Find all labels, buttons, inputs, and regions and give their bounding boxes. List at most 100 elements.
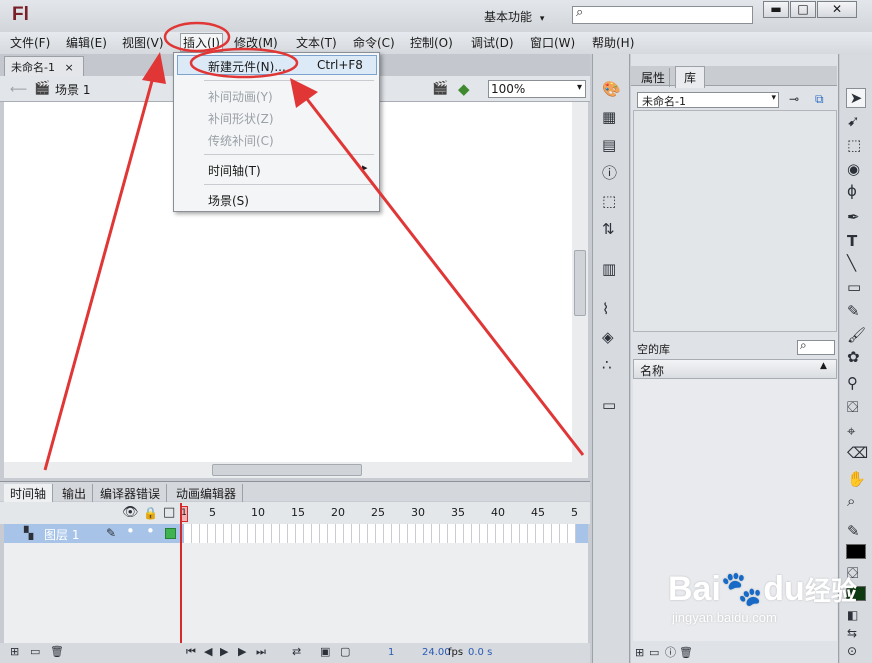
lock-icon[interactable]: 🔒 — [143, 504, 158, 522]
new-symbol-menu-label[interactable]: 新建元件(N)... — [208, 58, 286, 75]
scroll-thumb[interactable] — [212, 464, 362, 476]
document-tab[interactable]: 未命名-1 × — [4, 56, 84, 76]
new-layer-icon[interactable]: ⊞ — [10, 643, 19, 661]
new-library-panel-icon[interactable]: ⧉ — [815, 90, 824, 108]
motion-presets-icon[interactable]: ∴ — [602, 356, 612, 374]
visibility-dot-icon[interactable]: • — [126, 522, 135, 540]
edit-scene-icon[interactable]: 🎬 — [432, 80, 448, 98]
next-frame-icon[interactable]: ▶ — [238, 643, 246, 661]
tab-timeline[interactable]: 时间轴 — [4, 484, 54, 503]
info-icon[interactable]: ⓘ — [602, 164, 617, 182]
menu-debug[interactable]: 调试(D) — [471, 34, 514, 51]
new-folder-icon[interactable]: ▭ — [649, 644, 659, 662]
new-symbol-icon[interactable]: ⊞ — [635, 644, 644, 662]
play-icon[interactable]: ▶ — [220, 643, 228, 661]
delete-icon[interactable]: 🗑 — [679, 644, 693, 662]
subselection-tool-icon[interactable]: ➹ — [847, 112, 860, 130]
deco-tool-icon[interactable]: ✿ — [847, 348, 860, 366]
zoom-tool-icon[interactable]: ⌕ — [847, 492, 855, 510]
outline-color-swatch[interactable] — [165, 528, 176, 539]
snap-to-objects-icon[interactable]: ⊙ — [847, 642, 857, 660]
scroll-thumb[interactable] — [574, 250, 586, 316]
menu-insert[interactable]: 插入(I) — [180, 33, 223, 52]
components-icon[interactable]: ▥ — [602, 260, 616, 278]
zoom-select[interactable]: 100% ▾ — [488, 80, 586, 98]
properties-icon[interactable]: ⓘ — [665, 644, 676, 662]
horizontal-scrollbar[interactable] — [4, 462, 588, 478]
playhead[interactable] — [180, 503, 182, 663]
library-search-input[interactable]: ⌕ — [797, 338, 835, 355]
menu-modify[interactable]: 修改(M) — [234, 34, 278, 51]
close-icon[interactable]: × — [64, 61, 73, 74]
code-snippets-icon[interactable]: ⇅ — [602, 220, 615, 238]
onion-outline-icon[interactable]: ▢ — [340, 643, 350, 661]
onion-skin-icon[interactable]: ▣ — [320, 643, 330, 661]
pen-tool-icon[interactable]: ✒ — [847, 208, 860, 226]
tab-output[interactable]: 输出 — [56, 484, 94, 503]
frame-number: 20 — [331, 506, 345, 519]
project-icon[interactable]: ▭ — [602, 396, 616, 414]
hand-tool-icon[interactable]: ✋ — [847, 470, 866, 488]
tab-motion-editor[interactable]: 动画编辑器 — [170, 484, 244, 503]
maximize-button[interactable]: □ — [790, 1, 816, 18]
line-tool-icon[interactable]: ╲ — [847, 254, 856, 272]
workspace-switcher[interactable]: 基本功能 ▾ — [484, 8, 544, 25]
pencil-tool-icon[interactable]: ✎ — [847, 302, 860, 320]
close-button[interactable]: ✕ — [817, 1, 857, 18]
new-folder-icon[interactable]: ▭ — [30, 643, 40, 661]
menu-edit[interactable]: 编辑(E) — [66, 34, 107, 51]
frame-cells[interactable] — [184, 524, 576, 543]
loop-icon[interactable]: ⇄ — [292, 643, 301, 661]
color-icon[interactable]: 🎨 — [602, 80, 621, 98]
free-transform-tool-icon[interactable]: ⬚ — [847, 136, 861, 154]
eyedropper-tool-icon[interactable]: ⌖ — [847, 422, 855, 440]
eye-icon[interactable]: 👁 — [122, 504, 139, 522]
bone-tool-icon[interactable]: ⚲ — [847, 374, 858, 392]
swatches-icon[interactable]: ▦ — [602, 108, 616, 126]
3d-components-icon[interactable]: ◈ — [602, 328, 614, 346]
menu-file[interactable]: 文件(F) — [10, 34, 50, 51]
vertical-scrollbar[interactable] — [572, 102, 588, 462]
pin-icon[interactable]: ⊸ — [789, 90, 799, 108]
first-frame-icon[interactable]: ⏮ — [186, 643, 196, 661]
align-icon[interactable]: ▤ — [602, 136, 616, 154]
library-column-header[interactable]: 名称 ▲ — [633, 359, 837, 379]
outline-icon[interactable]: □ — [163, 504, 175, 522]
delete-icon[interactable]: 🗑 — [50, 643, 64, 661]
menu-window[interactable]: 窗口(W) — [530, 34, 575, 51]
rectangle-tool-icon[interactable]: ▭ — [847, 278, 861, 296]
minimize-button[interactable]: ▬ — [763, 1, 789, 18]
layer-name[interactable]: 图层 1 — [44, 526, 79, 543]
tab-compiler-errors[interactable]: 编译器错误 — [94, 484, 168, 503]
selection-tool-icon[interactable]: ➤ — [846, 88, 866, 108]
menu-view[interactable]: 视图(V) — [122, 34, 164, 51]
3d-rotation-tool-icon[interactable]: ◉ — [847, 160, 860, 178]
menu-control[interactable]: 控制(O) — [410, 34, 453, 51]
frame-rate[interactable]: 24.00 — [422, 647, 451, 658]
menu-commands[interactable]: 命令(C) — [353, 34, 395, 51]
transform-icon[interactable]: ⬚ — [602, 192, 616, 210]
stroke-color-swatch[interactable] — [846, 544, 866, 559]
library-document-select[interactable]: 未命名-1 ▾ — [637, 92, 779, 108]
lasso-tool-icon[interactable]: ϕ — [847, 182, 857, 200]
lock-dot-icon[interactable]: • — [146, 522, 155, 540]
prev-frame-icon[interactable]: ◀ — [204, 643, 212, 661]
last-frame-icon[interactable]: ⏭ — [256, 643, 266, 661]
tab-properties[interactable]: 属性 — [637, 68, 671, 87]
swap-colors-icon[interactable]: ⇆ — [847, 624, 857, 642]
actions-icon[interactable]: ⌇ — [602, 300, 609, 318]
back-arrow-icon[interactable]: ⟵ — [10, 80, 27, 98]
menu-text[interactable]: 文本(T) — [296, 34, 337, 51]
paint-bucket-tool-icon[interactable]: ⛋ — [847, 398, 858, 416]
edit-symbols-icon[interactable]: ◆ — [458, 80, 470, 98]
brush-tool-icon[interactable]: 🖌 — [847, 326, 866, 344]
scene-menu-item[interactable]: 场景(S) — [208, 192, 249, 209]
timeline-menu-item[interactable]: 时间轴(T) — [208, 162, 261, 179]
text-tool-icon[interactable]: T — [847, 232, 857, 250]
eraser-tool-icon[interactable]: ⌫ — [847, 444, 868, 462]
help-search-input[interactable]: ⌕ — [572, 5, 753, 24]
tab-library[interactable]: 库 — [675, 66, 706, 88]
stroke-color-icon[interactable]: ✎ — [847, 522, 860, 540]
menu-help[interactable]: 帮助(H) — [592, 34, 634, 51]
library-preview — [633, 110, 837, 332]
